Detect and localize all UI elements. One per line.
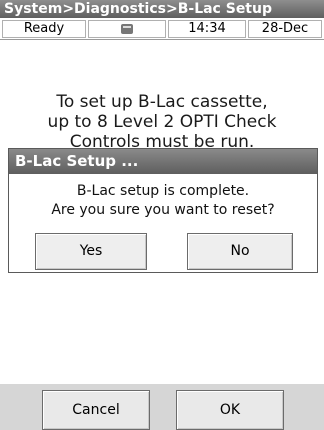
status-date: 28-Dec xyxy=(248,20,322,38)
instruction-text: To set up B-Lac cassette, up to 8 Level … xyxy=(47,92,277,152)
dialog-message: B-Lac setup is complete. Are you sure yo… xyxy=(51,183,275,218)
status-time: 14:34 xyxy=(168,20,246,38)
breadcrumb-title: System>Diagnostics>B-Lac Setup xyxy=(0,0,324,18)
ok-button[interactable]: OK xyxy=(176,390,284,430)
no-button[interactable]: No xyxy=(187,233,293,270)
reset-dialog: B-Lac Setup ... B-Lac setup is complete.… xyxy=(8,148,318,273)
yes-button[interactable]: Yes xyxy=(35,233,147,270)
footer-bar: Cancel OK xyxy=(0,384,324,430)
dialog-title: B-Lac Setup ... xyxy=(9,149,317,174)
status-state: Ready xyxy=(2,20,86,38)
cancel-button[interactable]: Cancel xyxy=(42,390,150,430)
status-bar: Ready 14:34 28-Dec xyxy=(0,18,324,40)
cassette-icon xyxy=(88,20,166,38)
